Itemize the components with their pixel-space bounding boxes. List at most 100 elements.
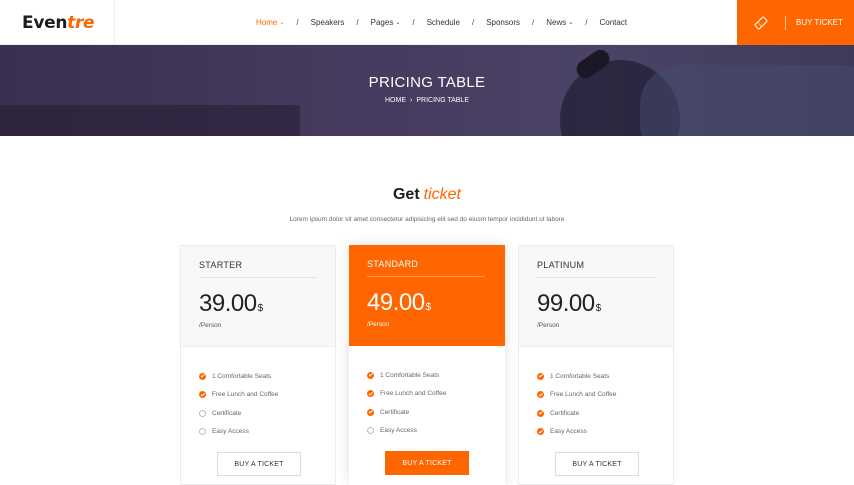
feature-list: 1 Comfortable Seats Free Lunch and Coffe… bbox=[349, 346, 505, 440]
nav-label: Schedule bbox=[426, 18, 460, 27]
check-circle-icon bbox=[199, 391, 206, 399]
check-circle-icon bbox=[537, 409, 544, 417]
divider bbox=[537, 277, 655, 278]
plan-name: STARTER bbox=[199, 260, 243, 270]
breadcrumb-home[interactable]: HOME bbox=[385, 97, 406, 104]
divider bbox=[199, 277, 317, 278]
list-item: 1 Comfortable Seats bbox=[367, 366, 505, 385]
breadcrumb-current: PRICING TABLE bbox=[416, 97, 469, 104]
ticket-icon bbox=[751, 15, 771, 31]
plan-name: STANDARD bbox=[367, 259, 419, 269]
nav-item-pages[interactable]: Pages ⌄ bbox=[371, 18, 401, 27]
plan-name: PLATINUM bbox=[537, 260, 585, 270]
price-currency: $ bbox=[595, 303, 602, 314]
site-header: Eventre Home ⌄ / Speakers / Pages ⌄ / Sche… bbox=[0, 0, 854, 45]
nav-item-contact[interactable]: Contact bbox=[600, 18, 628, 27]
divider bbox=[367, 276, 485, 277]
chevron-down-icon: ⌄ bbox=[395, 20, 401, 26]
nav-separator: / bbox=[296, 18, 299, 27]
feature-text: Free Lunch and Coffee bbox=[212, 391, 279, 399]
empty-circle-icon bbox=[367, 427, 374, 435]
buy-ticket-button[interactable]: BUY A TICKET bbox=[555, 452, 639, 476]
pricing-card-platinum: PLATINUM 99.00$ /Person 1 Comfortable Se… bbox=[518, 245, 674, 485]
check-circle-icon bbox=[537, 391, 544, 399]
nav-item-news[interactable]: News ⌄ bbox=[546, 18, 573, 27]
section-title: Get ticket bbox=[0, 186, 854, 204]
pricing-card-starter: STARTER 39.00$ /Person 1 Comfortable Sea… bbox=[180, 245, 336, 485]
logo[interactable]: Eventre bbox=[22, 12, 95, 33]
nav-item-speakers[interactable]: Speakers bbox=[311, 18, 345, 27]
feature-text: Certificate bbox=[550, 409, 580, 417]
list-item: Certificate bbox=[367, 403, 505, 422]
nav-item-home[interactable]: Home ⌄ bbox=[256, 18, 284, 27]
pricing-card-header: STANDARD 49.00$ /Person bbox=[349, 245, 505, 346]
feature-text: Certificate bbox=[212, 409, 242, 417]
list-item: 1 Comfortable Seats bbox=[537, 367, 673, 386]
list-item: Free Lunch and Coffee bbox=[537, 386, 673, 405]
list-item: Certificate bbox=[199, 404, 335, 423]
plan-price: 49.00$ bbox=[367, 289, 431, 317]
buy-ticket-button[interactable]: BUY A TICKET bbox=[385, 451, 469, 475]
empty-circle-icon bbox=[199, 409, 206, 417]
page-title: PRICING TABLE bbox=[368, 74, 486, 91]
section-title-main: Get bbox=[392, 186, 420, 203]
plan-price: 39.00$ bbox=[199, 290, 263, 318]
price-value: 99.00 bbox=[537, 290, 595, 317]
feature-text: Free Lunch and Coffee bbox=[380, 390, 447, 398]
feature-text: Certificate bbox=[380, 408, 410, 416]
price-currency: $ bbox=[257, 303, 264, 314]
pricing-card-header: PLATINUM 99.00$ /Person bbox=[519, 246, 673, 347]
plan-price: 99.00$ bbox=[537, 290, 601, 318]
logo-container[interactable]: Eventre bbox=[0, 0, 115, 45]
nav-label: Pages bbox=[370, 18, 394, 27]
logo-text-main: Even bbox=[22, 12, 68, 33]
list-item: Free Lunch and Coffee bbox=[367, 385, 505, 404]
chevron-down-icon: ⌄ bbox=[568, 20, 574, 26]
check-circle-icon bbox=[537, 372, 544, 380]
feature-text: 1 Comfortable Seats bbox=[380, 371, 440, 379]
buy-ticket-button[interactable]: BUY A TICKET bbox=[217, 452, 301, 476]
pricing-card-header: STARTER 39.00$ /Person bbox=[181, 246, 335, 347]
nav-label: Home bbox=[256, 18, 278, 27]
banner-background-shape bbox=[0, 105, 300, 136]
feature-text: 1 Comfortable Seats bbox=[212, 372, 272, 380]
nav-label: News bbox=[546, 18, 567, 27]
feature-text: Easy Access bbox=[380, 427, 417, 435]
price-period: /Person bbox=[199, 322, 222, 329]
price-value: 39.00 bbox=[199, 290, 257, 317]
feature-text: Easy Access bbox=[212, 428, 249, 436]
feature-text: 1 Comfortable Seats bbox=[550, 372, 610, 380]
nav-item-schedule[interactable]: Schedule bbox=[427, 18, 460, 27]
price-period: /Person bbox=[367, 321, 390, 328]
list-item: Free Lunch and Coffee bbox=[199, 386, 335, 405]
section-title-accent: ticket bbox=[423, 186, 461, 203]
list-item: Certificate bbox=[537, 404, 673, 423]
breadcrumb-separator: › bbox=[410, 97, 413, 104]
buy-ticket-header-button[interactable]: BUY TICKET bbox=[737, 0, 854, 45]
nav-item-sponsors[interactable]: Sponsors bbox=[486, 18, 520, 27]
section-subtitle: Lorem ipsum dolor sit amet consectetur a… bbox=[289, 216, 565, 223]
nav-label: Contact bbox=[599, 18, 628, 27]
nav-separator: / bbox=[471, 18, 475, 27]
nav-separator: / bbox=[412, 18, 415, 27]
page-banner: PRICING TABLE HOME › PRICING TABLE bbox=[0, 45, 854, 136]
logo-text-accent: tre bbox=[67, 12, 95, 33]
feature-text: Free Lunch and Coffee bbox=[550, 391, 617, 399]
chevron-down-icon: ⌄ bbox=[279, 20, 285, 26]
price-currency: $ bbox=[425, 302, 432, 313]
feature-text: Easy Access bbox=[550, 428, 587, 436]
nav-label: Sponsors bbox=[486, 18, 520, 27]
check-circle-icon bbox=[367, 408, 374, 416]
buy-ticket-label: BUY TICKET bbox=[796, 18, 843, 27]
main-nav: Home ⌄ / Speakers / Pages ⌄ / Schedule / S… bbox=[256, 0, 627, 45]
check-circle-icon bbox=[199, 372, 206, 380]
feature-list: 1 Comfortable Seats Free Lunch and Coffe… bbox=[181, 347, 335, 441]
divider bbox=[785, 15, 786, 30]
list-item: 1 Comfortable Seats bbox=[199, 367, 335, 386]
list-item: Easy Access bbox=[199, 423, 335, 442]
feature-list: 1 Comfortable Seats Free Lunch and Coffe… bbox=[519, 347, 673, 441]
nav-separator: / bbox=[356, 18, 359, 27]
nav-separator: / bbox=[585, 18, 588, 27]
price-value: 49.00 bbox=[367, 289, 425, 316]
list-item: Easy Access bbox=[367, 422, 505, 441]
